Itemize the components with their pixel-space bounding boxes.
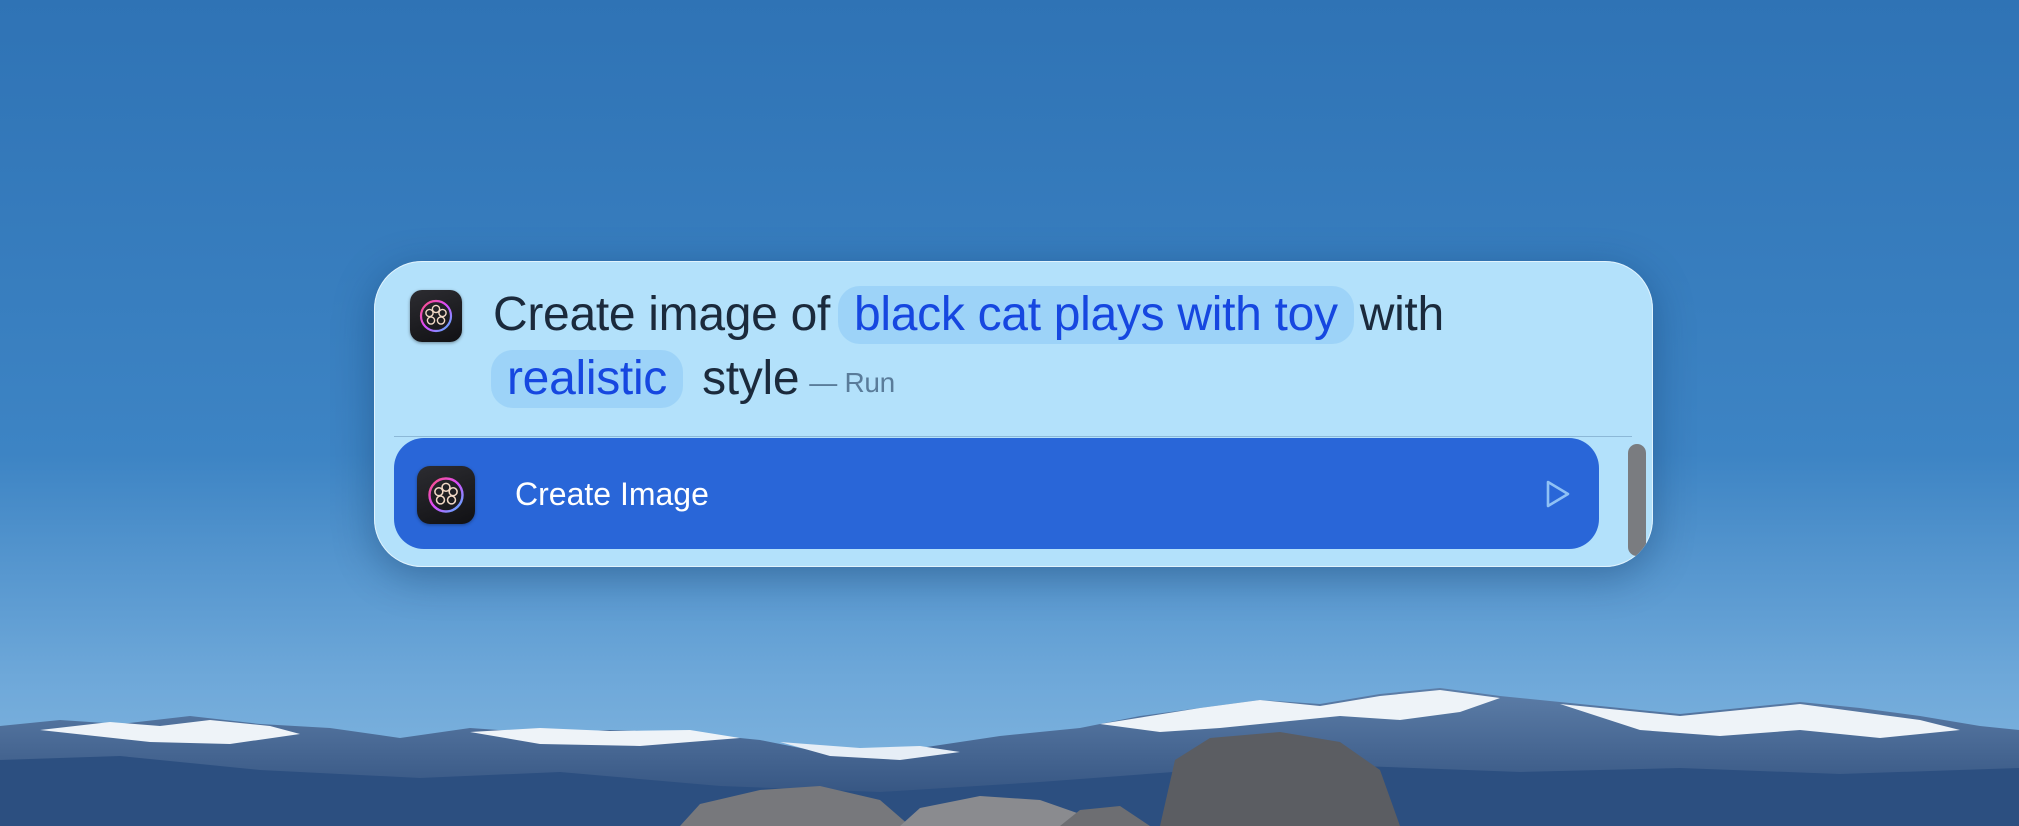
query-suffix: style [702, 352, 800, 405]
result-label: Create Image [515, 476, 709, 512]
scrollbar[interactable] [1628, 444, 1646, 556]
spotlight-panel: Create image of black cat plays with toy w… [374, 261, 1653, 567]
subject-token[interactable]: black cat plays with toy [838, 286, 1354, 344]
query-prefix: Create image of [493, 288, 831, 341]
run-hint: — Run [809, 367, 895, 398]
image-playground-icon [410, 290, 462, 342]
play-icon[interactable] [1542, 478, 1574, 510]
search-query[interactable]: Create image of black cat plays with toy w… [491, 283, 1613, 415]
style-token[interactable]: realistic [491, 350, 684, 408]
divider [394, 436, 1632, 437]
result-item-create-image[interactable]: Create Image [394, 438, 1599, 549]
image-playground-icon [417, 466, 475, 524]
query-middle: with [1359, 288, 1444, 341]
